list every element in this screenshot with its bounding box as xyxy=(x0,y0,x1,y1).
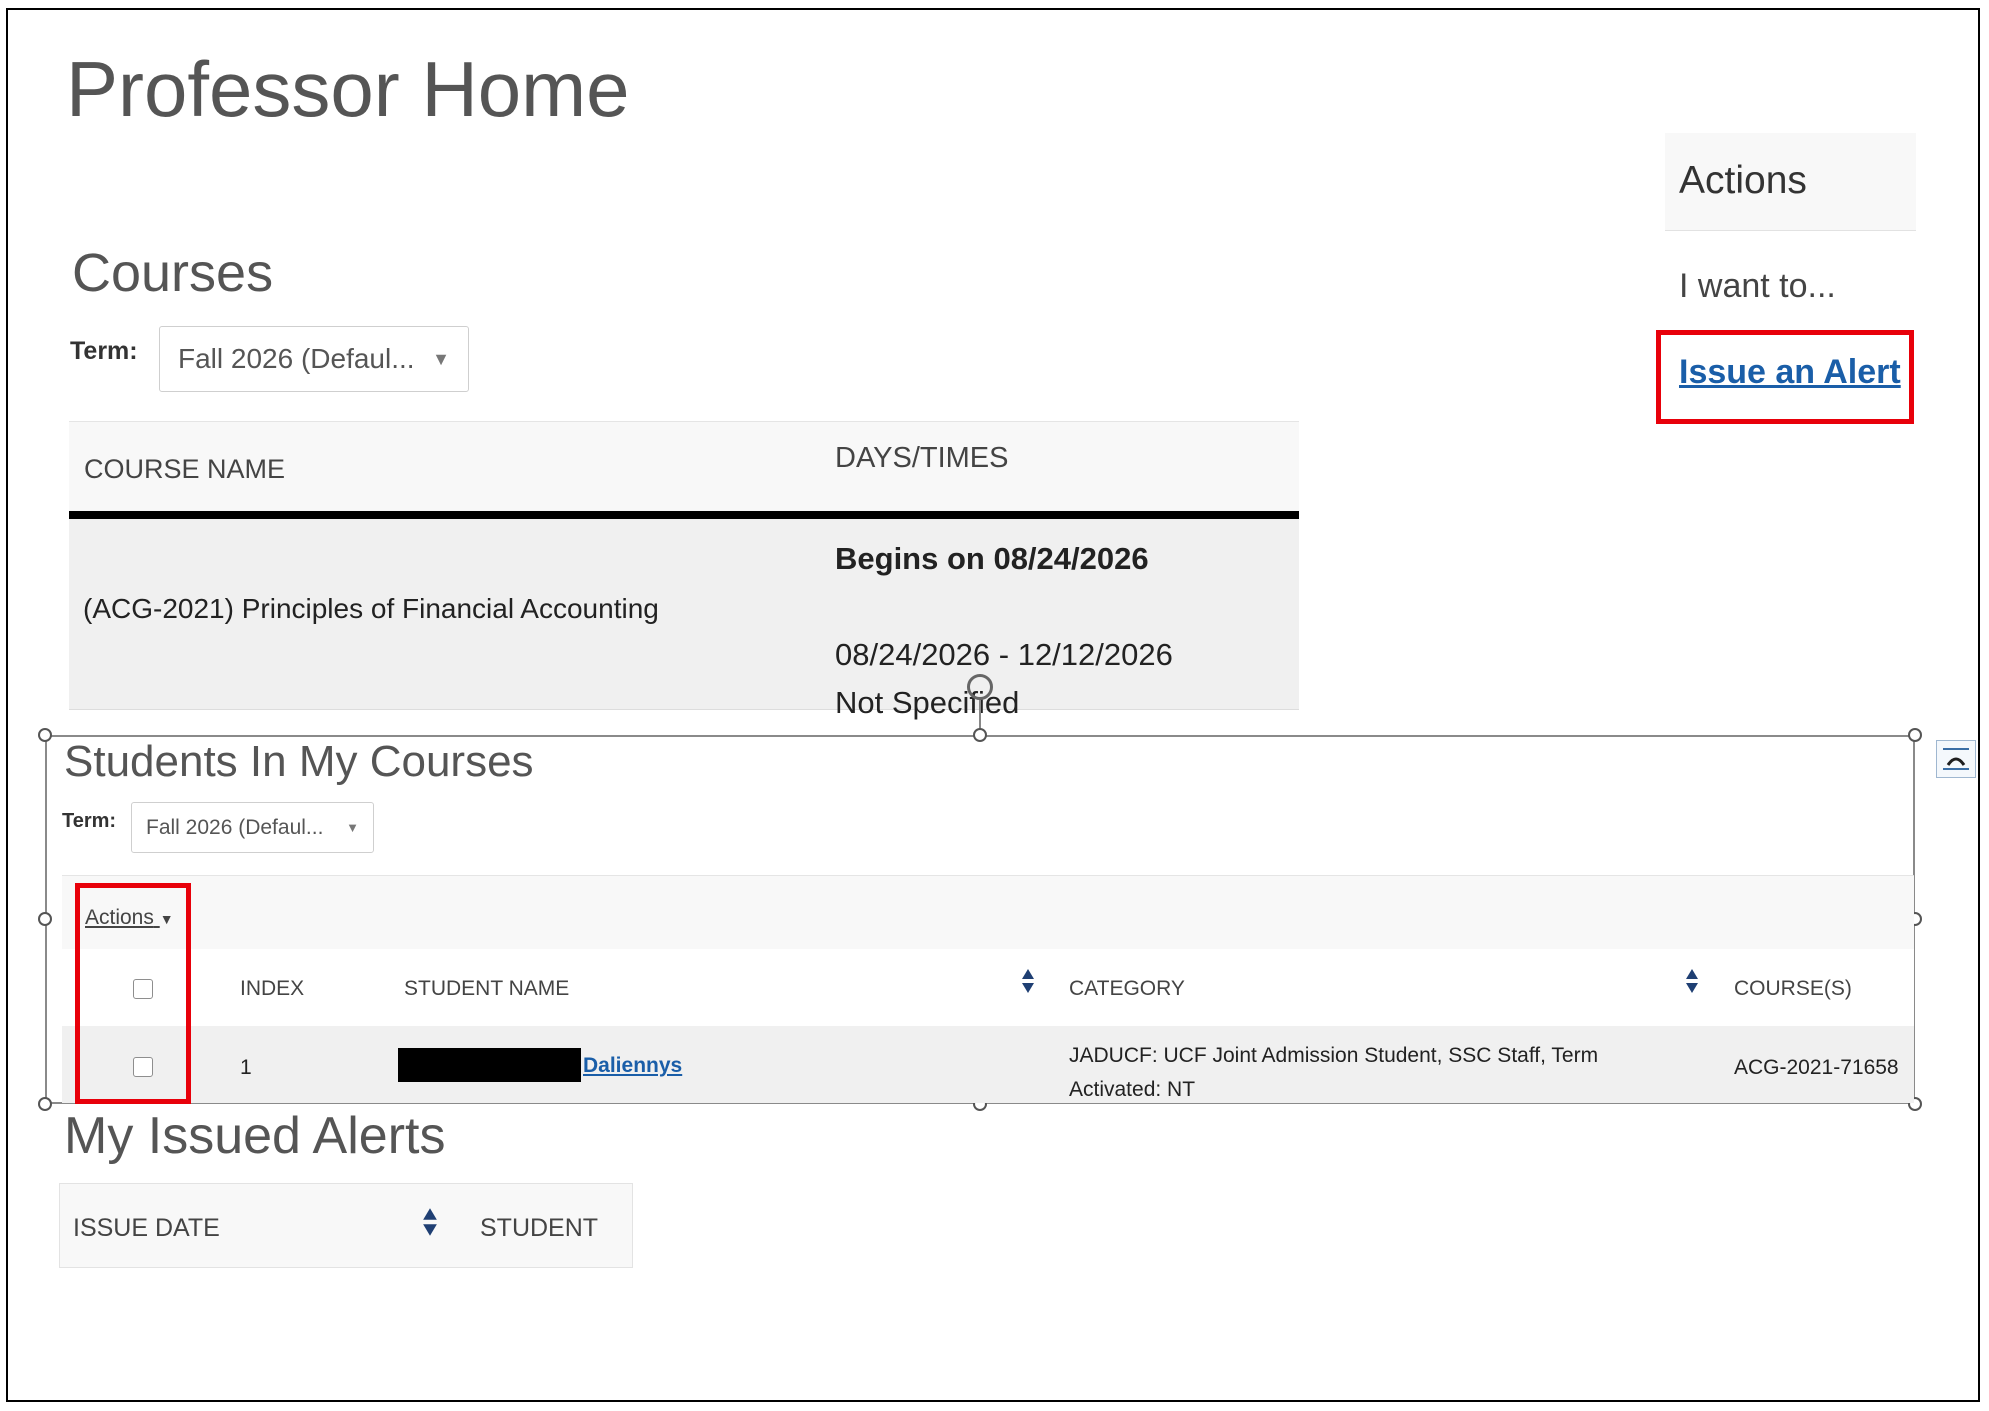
row-index: 1 xyxy=(240,1056,252,1079)
courses-table: COURSE NAME DAYS/TIMES (ACG-2021) Princi… xyxy=(69,421,1299,720)
students-table-header: INDEX STUDENT NAME CATEGORY COURSE(S) xyxy=(62,949,1914,1026)
row-category: JADUCF: UCF Joint Admission Student, SSC… xyxy=(1069,1039,1598,1107)
students-actions-bar: Actions ▼ xyxy=(62,875,1914,950)
row-courses: ACG-2021-71658 xyxy=(1734,1056,1899,1079)
actions-panel: Actions I want to... xyxy=(1665,133,1916,306)
highlight-box-checkboxes xyxy=(75,883,191,1104)
redacted-name-block xyxy=(398,1048,581,1082)
column-student: STUDENT xyxy=(480,1214,599,1242)
resize-handle-left[interactable] xyxy=(38,912,52,926)
course-date-range: 08/24/2026 - 12/12/2026 xyxy=(835,637,1173,672)
courses-term-select[interactable]: Fall 2026 (Defaul... ▼ xyxy=(159,326,469,392)
issue-alert-link[interactable]: Issue an Alert xyxy=(1679,353,1901,392)
column-student-name: STUDENT NAME xyxy=(404,977,570,1000)
column-category: CATEGORY xyxy=(1069,977,1185,1000)
resize-handle-top-left[interactable] xyxy=(38,728,52,742)
student-name-link[interactable]: Daliennys xyxy=(583,1054,682,1078)
header-divider xyxy=(69,511,1299,519)
chevron-down-icon: ▼ xyxy=(432,348,450,369)
students-table: Actions ▼ INDEX STUDENT NAME CATEGORY CO… xyxy=(62,875,1914,1103)
courses-heading: Courses xyxy=(72,243,274,303)
course-begins: Begins on 08/24/2026 xyxy=(835,541,1149,576)
table-row: 1 JADUCF: UCF Joint Admission Student, S… xyxy=(62,1026,1914,1103)
column-courses: COURSE(S) xyxy=(1734,977,1852,1000)
actions-prompt: I want to... xyxy=(1679,267,1836,305)
courses-term-value: Fall 2026 (Defaul... xyxy=(178,343,415,374)
layout-options-icon[interactable] xyxy=(1936,740,1976,778)
chevron-down-icon: ▼ xyxy=(346,820,359,835)
column-issue-date: ISSUE DATE xyxy=(73,1214,220,1242)
students-heading: Students In My Courses xyxy=(64,737,534,786)
category-line-1: JADUCF: UCF Joint Admission Student, SSC… xyxy=(1069,1044,1599,1067)
sort-issue-date-icon[interactable] xyxy=(422,1207,438,1237)
resize-handle-top-right[interactable] xyxy=(1908,728,1922,742)
courses-table-header: COURSE NAME DAYS/TIMES xyxy=(69,421,1299,512)
actions-heading: Actions xyxy=(1665,133,1916,231)
table-row: (ACG-2021) Principles of Financial Accou… xyxy=(69,519,1299,720)
issued-alerts-heading: My Issued Alerts xyxy=(64,1107,446,1165)
category-line-2: Activated: NT xyxy=(1069,1078,1196,1101)
sort-category-icon[interactable] xyxy=(1685,968,1699,994)
issued-alerts-table: ISSUE DATE STUDENT xyxy=(59,1183,633,1268)
sort-student-name-icon[interactable] xyxy=(1021,968,1035,994)
students-term-value: Fall 2026 (Defaul... xyxy=(146,815,324,839)
page-title: Professor Home xyxy=(66,45,630,133)
column-days-times: DAYS/TIMES xyxy=(835,442,1009,474)
students-term-select[interactable]: Fall 2026 (Defaul... ▼ xyxy=(131,802,374,853)
course-name: (ACG-2021) Principles of Financial Accou… xyxy=(83,593,659,624)
resize-handle-top[interactable] xyxy=(973,728,987,742)
rotate-handle-icon[interactable] xyxy=(967,674,993,700)
students-term-label: Term: xyxy=(62,810,117,832)
resize-handle-bottom-left[interactable] xyxy=(38,1097,52,1111)
column-index: INDEX xyxy=(240,977,305,1000)
column-course-name: COURSE NAME xyxy=(84,454,286,484)
courses-term-label: Term: xyxy=(70,337,138,365)
